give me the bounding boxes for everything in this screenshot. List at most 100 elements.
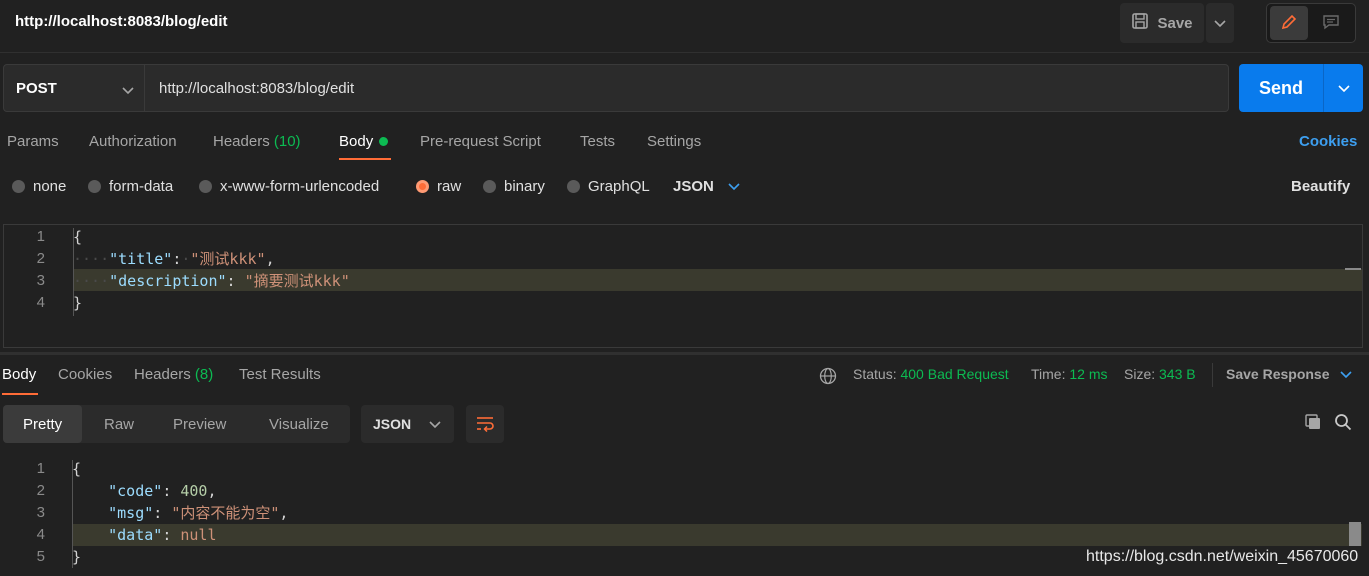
save-response-label: Save Response [1226, 366, 1330, 382]
status-value: 400 Bad Request [900, 366, 1009, 382]
line-number: 2 [36, 250, 45, 267]
view-tab-pretty[interactable]: Pretty [3, 405, 83, 443]
brace: { [73, 228, 83, 246]
radio-graphql[interactable]: GraphQL [567, 178, 650, 195]
response-tab-cookies[interactable]: Cookies [58, 366, 112, 383]
send-options-button[interactable] [1323, 64, 1363, 112]
request-tab-title[interactable]: http://localhost:8083/blog/edit [15, 13, 228, 30]
watermark-text: https://blog.csdn.net/weixin_45670060 [1086, 548, 1359, 565]
code-line: ····"title":·"测试kkk", [73, 250, 275, 268]
radio-label: none [33, 178, 67, 195]
method-label: POST [16, 79, 57, 97]
radio-dot [88, 180, 101, 193]
code-line: ····"description": "摘要测试kkk" [73, 272, 350, 290]
code-line: "code": 400, [108, 482, 217, 500]
pane-divider[interactable] [0, 352, 1369, 355]
comment-mode-button[interactable] [1312, 6, 1350, 40]
json-key: "data" [108, 526, 163, 544]
json-string: "内容不能为空" [171, 504, 280, 522]
radio-dot [483, 180, 496, 193]
radio-dot [199, 180, 212, 193]
method-select[interactable]: POST [3, 64, 145, 112]
chevron-down-icon [728, 178, 740, 195]
radio-form-data[interactable]: form-data [88, 178, 173, 195]
save-icon [1131, 12, 1149, 34]
radio-dot [12, 180, 25, 193]
view-tab-preview[interactable]: Preview [173, 405, 226, 443]
json-string: "测试kkk" [190, 250, 266, 268]
code-line: } [73, 292, 350, 314]
json-null: null [180, 526, 217, 544]
save-response-button[interactable]: Save Response [1226, 366, 1352, 382]
size-label: Size: [1124, 366, 1156, 382]
response-tab-body[interactable]: Body [2, 366, 36, 383]
url-input[interactable]: http://localhost:8083/blog/edit [145, 64, 1229, 112]
json-number: 400 [180, 482, 208, 500]
chevron-down-icon [122, 82, 134, 99]
json-key: "title" [109, 250, 173, 268]
response-scrollbar-thumb[interactable] [1349, 522, 1361, 546]
response-format-label: JSON [373, 416, 412, 432]
tab-settings[interactable]: Settings [647, 133, 701, 150]
chevron-down-icon [1214, 15, 1226, 31]
tab-tests[interactable]: Tests [580, 133, 615, 150]
editor-scroll-marker [1345, 268, 1361, 270]
json-key: "description" [109, 272, 227, 290]
chevron-down-icon [1339, 366, 1352, 382]
line-number: 5 [36, 548, 45, 565]
radio-label: x-www-form-urlencoded [220, 178, 380, 195]
radio-label: binary [504, 178, 545, 195]
beautify-link[interactable]: Beautify [1291, 178, 1350, 195]
view-tab-raw[interactable]: Raw [104, 405, 134, 443]
wrap-lines-icon [475, 414, 495, 435]
response-status: Status: 400 Bad Request [853, 366, 1009, 382]
response-line-numbers: 1 2 3 4 5 [0, 458, 45, 568]
tab-body[interactable]: Body [339, 133, 389, 150]
radio-label: raw [437, 178, 462, 195]
json-key: "msg" [108, 504, 154, 522]
indent-guide [72, 460, 73, 568]
response-code: { "code": 400, "msg": "内容不能为空", "data": … [72, 458, 288, 568]
code-line: } [72, 546, 288, 568]
save-options-button[interactable] [1206, 3, 1234, 43]
send-button[interactable]: Send [1239, 64, 1323, 112]
response-tab-test-results[interactable]: Test Results [239, 366, 321, 383]
tab-headers-label: Headers [213, 133, 270, 150]
code-line: { [73, 226, 350, 248]
chevron-down-icon [429, 416, 441, 432]
tab-prerequest-script[interactable]: Pre-request Script [420, 133, 541, 150]
comment-icon [1322, 13, 1340, 34]
request-line-numbers: 1 2 3 4 [0, 226, 45, 314]
code-line: "data": null [108, 526, 217, 544]
brace: } [73, 294, 83, 312]
time-value: 12 ms [1069, 366, 1108, 382]
radio-binary[interactable]: binary [483, 178, 545, 195]
radio-raw[interactable]: raw [416, 178, 461, 195]
code-line: { [72, 458, 288, 480]
search-icon[interactable] [1334, 413, 1352, 434]
globe-icon[interactable] [819, 367, 837, 388]
response-tab-headers[interactable]: Headers (8) [134, 366, 213, 383]
response-format-select[interactable]: JSON [361, 405, 454, 443]
response-tab-headers-count: (8) [194, 366, 214, 383]
tab-headers[interactable]: Headers (10) [213, 133, 301, 150]
view-tab-visualize[interactable]: Visualize [269, 405, 329, 443]
edit-mode-button[interactable] [1270, 6, 1308, 40]
time-label: Time: [1031, 366, 1066, 382]
indent-guide [73, 228, 74, 316]
line-number: 4 [36, 526, 45, 543]
tab-authorization[interactable]: Authorization [89, 133, 177, 150]
response-time: Time: 12 ms [1031, 366, 1108, 382]
copy-icon[interactable] [1304, 413, 1322, 434]
response-tab-headers-label: Headers [134, 366, 191, 383]
wrap-lines-button[interactable] [466, 405, 504, 443]
radio-none[interactable]: none [12, 178, 66, 195]
radio-label: form-data [109, 178, 174, 195]
save-button[interactable]: Save [1120, 3, 1204, 43]
tab-params[interactable]: Params [7, 133, 59, 150]
cookies-link[interactable]: Cookies [1299, 133, 1357, 150]
response-size: Size: 343 B [1124, 366, 1196, 382]
radio-urlencoded[interactable]: x-www-form-urlencoded [199, 178, 379, 195]
body-format-label: JSON [673, 178, 714, 195]
body-format-select[interactable]: JSON [673, 178, 740, 195]
